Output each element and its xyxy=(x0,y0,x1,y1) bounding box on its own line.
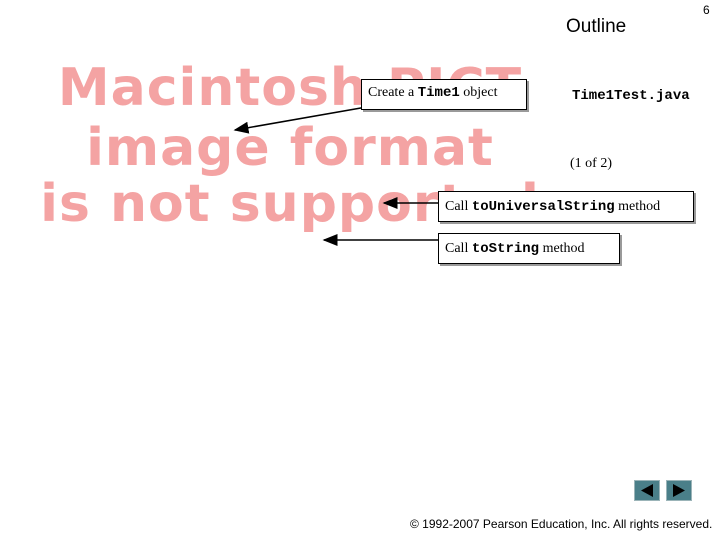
callout-to-string: Call toString method xyxy=(438,233,620,264)
callout-create-object: Create a Time1 object xyxy=(361,79,527,110)
callout-code: Time1 xyxy=(417,85,460,101)
callout-suffix: method xyxy=(614,199,661,214)
previous-slide-button[interactable] xyxy=(634,480,660,501)
arrow-create-object xyxy=(233,104,379,134)
triangle-right-icon xyxy=(673,484,685,497)
callout-suffix: method xyxy=(539,241,585,256)
callout-prefix: Create a xyxy=(368,85,418,100)
callout-code: toString xyxy=(471,241,540,257)
callout-to-universal-string: Call toUniversalString method xyxy=(438,191,694,222)
callout-prefix: Call xyxy=(445,199,472,214)
callout-prefix: Call xyxy=(445,241,472,256)
callout-arrows xyxy=(233,104,438,246)
triangle-left-icon xyxy=(641,484,653,497)
callout-code: toUniversalString xyxy=(471,199,615,215)
next-slide-button[interactable] xyxy=(666,480,692,501)
callout-suffix: object xyxy=(459,85,498,100)
copyright-footer: © 1992-2007 Pearson Education, Inc. All … xyxy=(410,517,713,531)
